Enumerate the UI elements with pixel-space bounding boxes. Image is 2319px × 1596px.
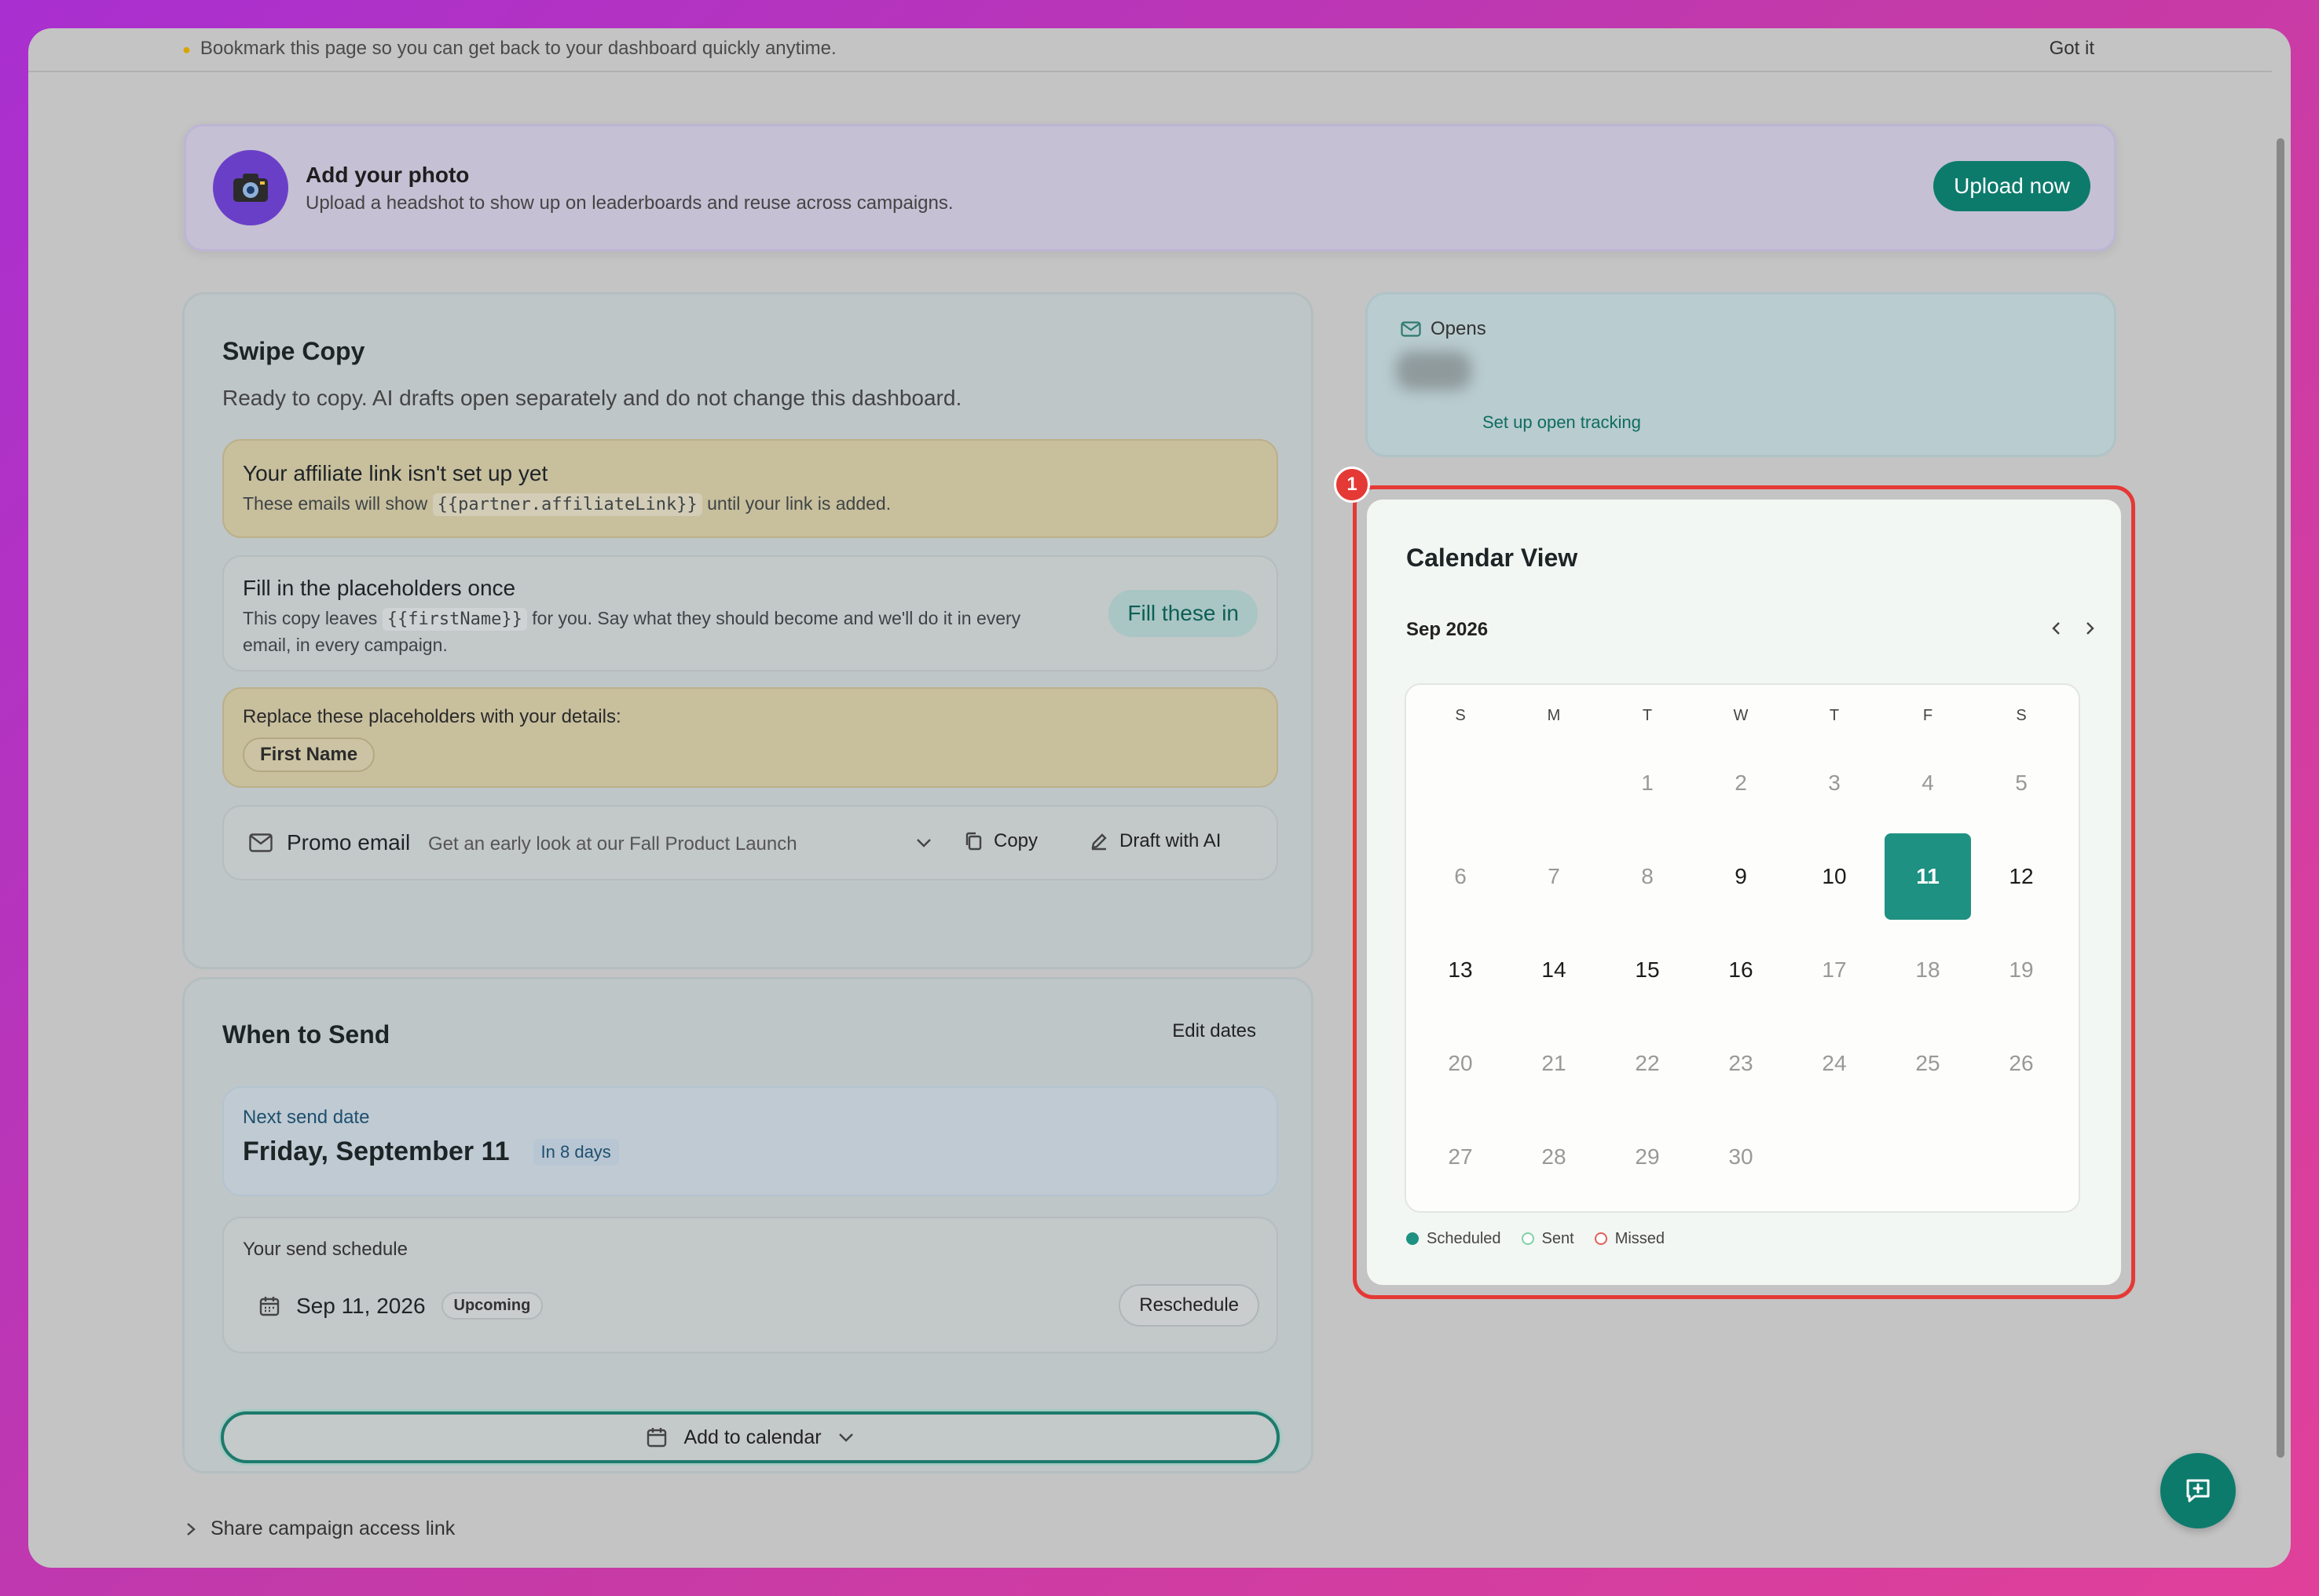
promo-email-row[interactable]: Promo email Get an early look at our Fal… — [222, 805, 1278, 880]
first-name-chip[interactable]: First Name — [243, 738, 376, 772]
affiliate-post: until your link is added. — [707, 493, 892, 514]
schedule-date: Sep 11, 2026 — [296, 1293, 426, 1318]
swipe-copy-title: Swipe Copy — [222, 337, 365, 365]
affiliate-pre: These emails will show — [243, 493, 428, 514]
replace-placeholders-box: Replace these placeholders with your det… — [222, 687, 1278, 788]
chevron-down-icon[interactable] — [915, 836, 932, 849]
promo-email-label: Promo email — [287, 830, 411, 855]
app-window: ● Bookmark this page so you can get back … — [28, 28, 2291, 1568]
calendar-icon — [259, 1296, 280, 1316]
opens-value-blurred — [1396, 351, 1471, 390]
next-send-date: Friday, September 11 — [243, 1137, 510, 1166]
copy-label: Copy — [994, 830, 1039, 851]
notice-text-wrap: ● Bookmark this page so you can get back … — [182, 38, 837, 60]
swipe-copy-subtitle: Ready to copy. AI drafts open separately… — [222, 386, 962, 410]
affiliate-warning: Your affiliate link isn't set up yet The… — [222, 439, 1278, 538]
affiliate-code: {{partner.affiliateLink}} — [432, 493, 702, 516]
chevron-right-icon — [187, 1522, 196, 1536]
highlight-badge: 1 — [1334, 467, 1370, 503]
schedule-row: Sep 11, 2026 Upcoming — [258, 1292, 544, 1320]
chevron-down-icon — [838, 1433, 853, 1442]
placeholders-text: This copy leaves {{firstName}} for you. … — [243, 606, 1060, 657]
share-label: Share campaign access link — [211, 1517, 456, 1539]
setup-open-tracking-link[interactable]: Set up open tracking — [1482, 412, 1641, 433]
share-access-link[interactable]: Share campaign access link — [185, 1517, 455, 1540]
photo-title: Add your photo — [306, 163, 470, 187]
affiliate-warning-text: These emails will show {{partner.affilia… — [243, 491, 891, 518]
upcoming-badge: Upcoming — [441, 1292, 544, 1320]
reschedule-button[interactable]: Reschedule — [1119, 1284, 1259, 1327]
mail-icon — [249, 833, 273, 852]
affiliate-warning-title: Your affiliate link isn't set up yet — [243, 461, 548, 485]
copy-button[interactable]: Copy — [964, 830, 1038, 852]
next-send-label: Next send date — [243, 1107, 370, 1128]
opens-label-row: Opens — [1401, 318, 1486, 340]
calendar-icon — [647, 1428, 667, 1448]
in-days-badge: In 8 days — [533, 1138, 619, 1166]
schedule-label: Your send schedule — [243, 1239, 408, 1260]
next-send-box: Next send date Friday, September 11 In 8… — [222, 1086, 1278, 1196]
add-to-calendar-label: Add to calendar — [683, 1426, 822, 1448]
swipe-copy-panel: Swipe Copy Ready to copy. AI drafts open… — [182, 292, 1313, 969]
next-send-row: Friday, September 11 In 8 days — [243, 1137, 619, 1167]
draft-with-ai-button[interactable]: Draft with AI — [1090, 830, 1221, 852]
placeholders-box: Fill in the placeholders once This copy … — [222, 555, 1278, 672]
camera-icon — [213, 150, 288, 225]
placeholders-pre: This copy leaves — [243, 608, 378, 628]
chat-plus-icon — [2186, 1479, 2210, 1503]
placeholders-code: {{firstName}} — [382, 608, 527, 631]
draft-label: Draft with AI — [1119, 830, 1222, 851]
send-schedule-box: Your send schedule Sep 11, 2026 Upcoming… — [222, 1217, 1278, 1353]
lightbulb-icon: ● — [182, 42, 191, 57]
placeholders-title: Fill in the placeholders once — [243, 576, 516, 600]
mail-icon — [1401, 321, 1421, 337]
copy-icon — [965, 832, 982, 851]
scrollbar[interactable] — [2277, 138, 2284, 1458]
notice-text: Bookmark this page so you can get back t… — [200, 38, 837, 59]
pencil-icon — [1091, 833, 1107, 851]
when-to-send-panel: When to Send Edit dates Next send date F… — [182, 977, 1313, 1473]
upload-now-button[interactable]: Upload now — [1933, 161, 2090, 211]
when-to-send-title: When to Send — [222, 1020, 390, 1049]
got-it-button[interactable]: Got it — [2050, 38, 2094, 60]
edit-dates-button[interactable]: Edit dates — [1172, 1020, 1256, 1042]
fill-these-in-button[interactable]: Fill these in — [1108, 590, 1258, 637]
photo-subtitle: Upload a headshot to show up on leaderbo… — [306, 192, 954, 214]
bookmark-notice: ● Bookmark this page so you can get back … — [28, 28, 2272, 72]
replace-title: Replace these placeholders with your det… — [243, 706, 621, 727]
add-to-calendar-button[interactable]: Add to calendar — [221, 1411, 1280, 1463]
opens-label: Opens — [1431, 318, 1486, 339]
chat-button[interactable] — [2160, 1453, 2236, 1528]
add-photo-banner: Add your photo Upload a headshot to show… — [184, 124, 2116, 251]
promo-email-subject: Get an early look at our Fall Product La… — [428, 833, 797, 855]
highlight-frame — [1353, 485, 2135, 1299]
opens-card: Opens Set up open tracking — [1365, 292, 2116, 457]
